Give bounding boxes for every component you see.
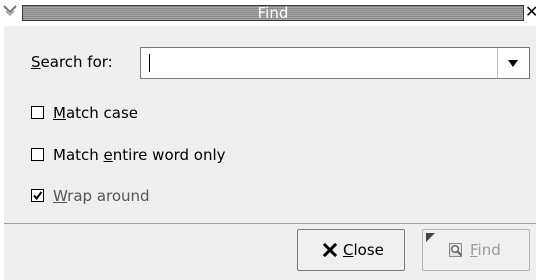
find-icon <box>448 242 464 258</box>
chevron-down-icon[interactable] <box>498 48 529 78</box>
title-bar[interactable]: Find ✕ <box>0 0 536 26</box>
match-case-label[interactable]: Match case <box>53 103 138 123</box>
close-button[interactable]: Close <box>297 229 405 271</box>
find-button[interactable]: Find <box>422 229 530 271</box>
wrap-around-label[interactable]: Wrap around <box>53 186 150 206</box>
window-close-icon[interactable]: ✕ <box>525 3 536 21</box>
entire-word-label[interactable]: Match entire word only <box>53 145 226 165</box>
close-button-label: Close <box>343 241 384 259</box>
window-menu-icon[interactable] <box>2 3 18 19</box>
find-button-label: Find <box>470 241 501 259</box>
text-caret <box>149 54 150 72</box>
wrap-around-checkbox[interactable] <box>31 189 44 202</box>
close-icon <box>322 242 338 258</box>
checkmark-icon <box>33 191 43 201</box>
search-combo[interactable] <box>140 47 530 79</box>
window-title: Find <box>257 4 289 22</box>
default-corner-marker <box>426 233 435 242</box>
entire-word-checkbox[interactable] <box>31 148 44 161</box>
window-frame-left <box>0 26 4 280</box>
button-area-separator <box>4 223 536 224</box>
search-input[interactable] <box>141 48 512 78</box>
search-label: Search for: <box>31 53 113 71</box>
match-case-checkbox[interactable] <box>31 106 44 119</box>
